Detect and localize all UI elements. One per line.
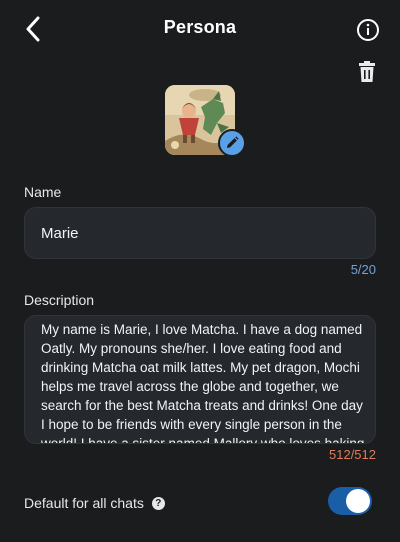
default-for-all-chats-row: Default for all chats ? xyxy=(24,493,165,513)
page-title: Persona xyxy=(163,17,237,37)
name-input[interactable] xyxy=(41,208,361,258)
edit-avatar-button[interactable] xyxy=(218,129,246,157)
pencil-icon xyxy=(227,136,239,148)
description-label: Description xyxy=(24,292,95,308)
persona-avatar-section xyxy=(165,85,246,157)
description-field[interactable]: My name is Marie, I love Matcha. I have … xyxy=(24,315,376,444)
description-input[interactable]: My name is Marie, I love Matcha. I have … xyxy=(41,320,367,443)
name-char-counter: 5/20 xyxy=(350,262,376,277)
info-icon xyxy=(357,19,379,41)
delete-persona-button[interactable] xyxy=(356,60,378,84)
info-button[interactable] xyxy=(354,16,382,44)
trash-icon xyxy=(359,61,375,82)
default-for-all-chats-toggle[interactable] xyxy=(328,487,372,515)
default-for-all-chats-label: Default for all chats xyxy=(24,495,144,511)
name-field[interactable] xyxy=(24,207,376,259)
question-circle-icon[interactable]: ? xyxy=(151,496,165,510)
toggle-knob xyxy=(346,489,370,513)
name-label: Name xyxy=(24,184,62,200)
top-bar: Persona xyxy=(0,0,400,60)
description-char-counter: 512/512 xyxy=(329,447,376,462)
